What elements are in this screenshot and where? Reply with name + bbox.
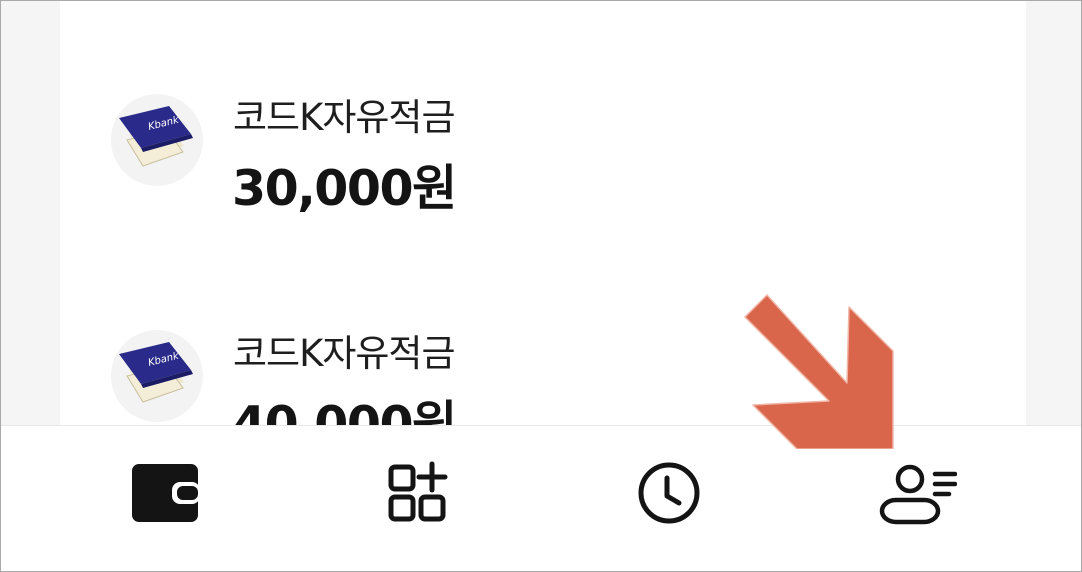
account-name: 코드K자유적금 <box>233 96 456 139</box>
account-balance: 30,000원 <box>232 160 457 217</box>
kbank-passbook-icon: Kbank <box>111 94 203 186</box>
tab-history[interactable] <box>629 456 709 528</box>
kbank-passbook-icon: Kbank <box>111 330 203 422</box>
account-list-item[interactable]: Kbank 코드K자유적금 30,000원 <box>60 87 1026 217</box>
account-list: Kbank 코드K자유적금 30,000원 Kbank 코드K자유적금 40,0… <box>60 1 1026 453</box>
wallet-icon <box>132 464 200 522</box>
app-screen: Kbank 코드K자유적금 30,000원 Kbank 코드K자유적금 40,0… <box>0 0 1082 572</box>
clock-icon <box>638 462 700 524</box>
bottom-navigation-bar <box>1 425 1081 571</box>
tab-wallet[interactable] <box>126 456 206 528</box>
apps-add-icon <box>388 461 448 522</box>
account-name: 코드K자유적금 <box>233 332 456 375</box>
tab-add-widget[interactable] <box>378 456 458 528</box>
tab-profile[interactable] <box>877 456 957 528</box>
user-list-icon <box>879 464 957 525</box>
